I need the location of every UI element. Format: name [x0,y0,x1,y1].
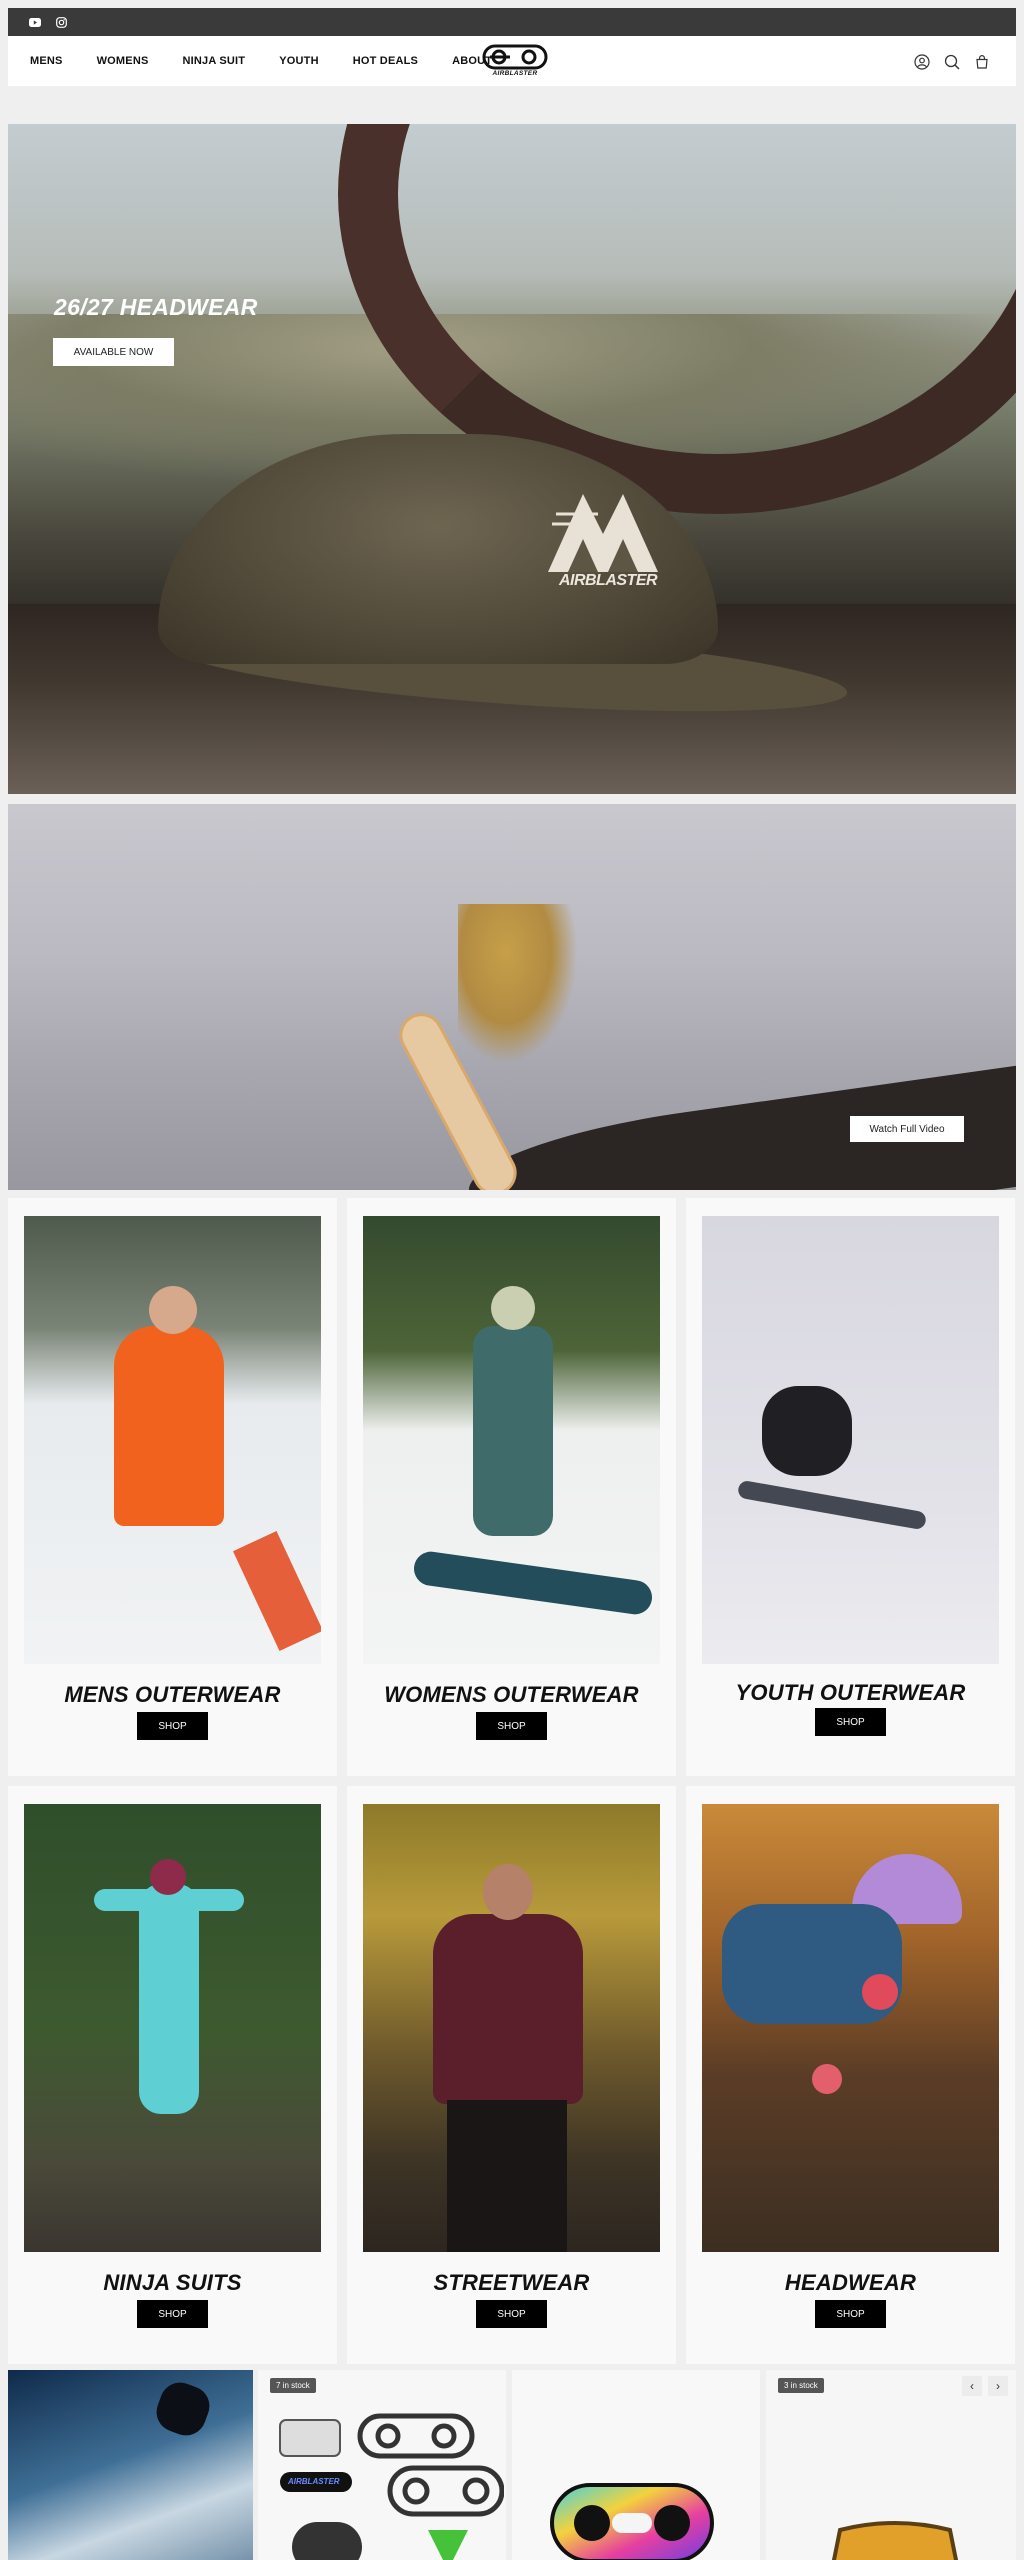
hero-banner: AIRBLASTER 26/27 HEADWEAR AVAILABLE NOW [8,124,1016,794]
red-board-graphic [233,1531,321,1651]
brand-logo[interactable]: AIRBLASTER [482,43,548,79]
holographic-sticker-graphic [550,2483,714,2560]
account-icon[interactable] [914,54,930,70]
rose-graphic-2 [812,2064,842,2094]
ninja-suit-graphic [139,1884,199,2114]
instagram-icon[interactable] [54,15,68,29]
product-card-2[interactable]: 7 in stock AIRBLASTER [258,2370,506,2560]
category-photo-headwear[interactable] [702,1804,999,2252]
category-photo-womens[interactable] [363,1216,660,1664]
nav-link-mens[interactable]: MENS [30,55,63,67]
category-title-streetwear: STREETWEAR [433,2270,590,2295]
youtube-icon[interactable] [28,15,42,29]
jumping-rider-graphic [150,2376,216,2442]
category-title-ninja-suits: NINJA SUITS [103,2270,242,2295]
youth-board-graphic [736,1479,928,1531]
shop-button-headwear[interactable]: SHOP [815,2300,886,2328]
video-banner[interactable]: Watch Full Video [8,804,1016,1190]
search-icon[interactable] [944,54,960,70]
orange-patch-graphic [831,2521,959,2560]
sticker-brand-text: AIRBLASTER [288,2477,340,2486]
youth-rider-graphic [762,1386,852,1476]
nav-link-womens[interactable]: WOMENS [97,55,149,67]
shop-button-youth[interactable]: SHOP [815,1708,886,1736]
nav-link-youth[interactable]: YOUTH [279,55,319,67]
shop-button-womens[interactable]: SHOP [476,1712,547,1740]
product-card-3[interactable] [512,2370,760,2560]
teal-outfit-graphic [473,1326,553,1536]
category-photo-youth[interactable] [702,1216,999,1664]
category-card-womens: WOMENS OUTERWEAR SHOP [347,1198,676,1776]
product-card-1[interactable] [8,2370,253,2560]
shop-button-ninja-suits[interactable]: SHOP [137,2300,208,2328]
teal-board-graphic [411,1549,655,1617]
carousel-next-button[interactable]: › [988,2376,1008,2396]
category-card-mens: MENS OUTERWEAR SHOP [8,1198,337,1776]
category-photo-ninja-suits[interactable] [24,1804,321,2252]
cap-patch-text: AIRBLASTER [558,572,658,589]
category-photo-streetwear[interactable] [363,1804,660,2252]
frog-hat-graphic [491,1286,535,1330]
hero-title: 26/27 HEADWEAR [54,294,258,320]
shop-button-mens[interactable]: SHOP [137,1712,208,1740]
beanie-graphic [150,1859,186,1895]
brand-logo-text: AIRBLASTER [492,70,538,77]
category-photo-mens[interactable] [24,1216,321,1664]
nav-link-ninja-suit[interactable]: NINJA SUIT [183,55,246,67]
stock-badge: 7 in stock [270,2378,316,2393]
category-title-mens: MENS OUTERWEAR [64,1682,281,1707]
available-now-button[interactable]: AVAILABLE NOW [53,338,174,366]
cart-icon[interactable] [974,54,990,70]
nav-link-hot-deals[interactable]: HOT DEALS [353,55,418,67]
rose-graphic [862,1974,898,2010]
category-card-headwear: HEADWEAR SHOP [686,1786,1015,2364]
orange-jacket-graphic [114,1326,224,1526]
snowboarder-graphic [458,904,578,1064]
category-title-womens: WOMENS OUTERWEAR [384,1682,639,1707]
category-title-headwear: HEADWEAR [784,2270,917,2295]
category-card-ninja-suits: NINJA SUITS SHOP [8,1786,337,2364]
social-bar [8,8,1016,36]
product-card-4[interactable]: 3 in stock ‹ › [766,2370,1016,2560]
stock-badge: 3 in stock [778,2378,824,2393]
category-card-youth: YOUTH OUTERWEAR SHOP [686,1198,1015,1776]
black-pants-graphic [447,2100,567,2252]
watch-full-video-button[interactable]: Watch Full Video [850,1116,964,1142]
category-title-youth: YOUTH OUTERWEAR [735,1680,966,1705]
main-navigation: MENS WOMENS NINJA SUIT YOUTH HOT DEALS A… [8,36,1016,86]
category-card-streetwear: STREETWEAR SHOP [347,1786,676,2364]
model-face-graphic [483,1864,533,1920]
rider-face-graphic [149,1286,197,1334]
shop-button-streetwear[interactable]: SHOP [476,2300,547,2328]
carousel-prev-button[interactable]: ‹ [962,2376,982,2396]
maroon-vest-graphic [433,1914,583,2104]
